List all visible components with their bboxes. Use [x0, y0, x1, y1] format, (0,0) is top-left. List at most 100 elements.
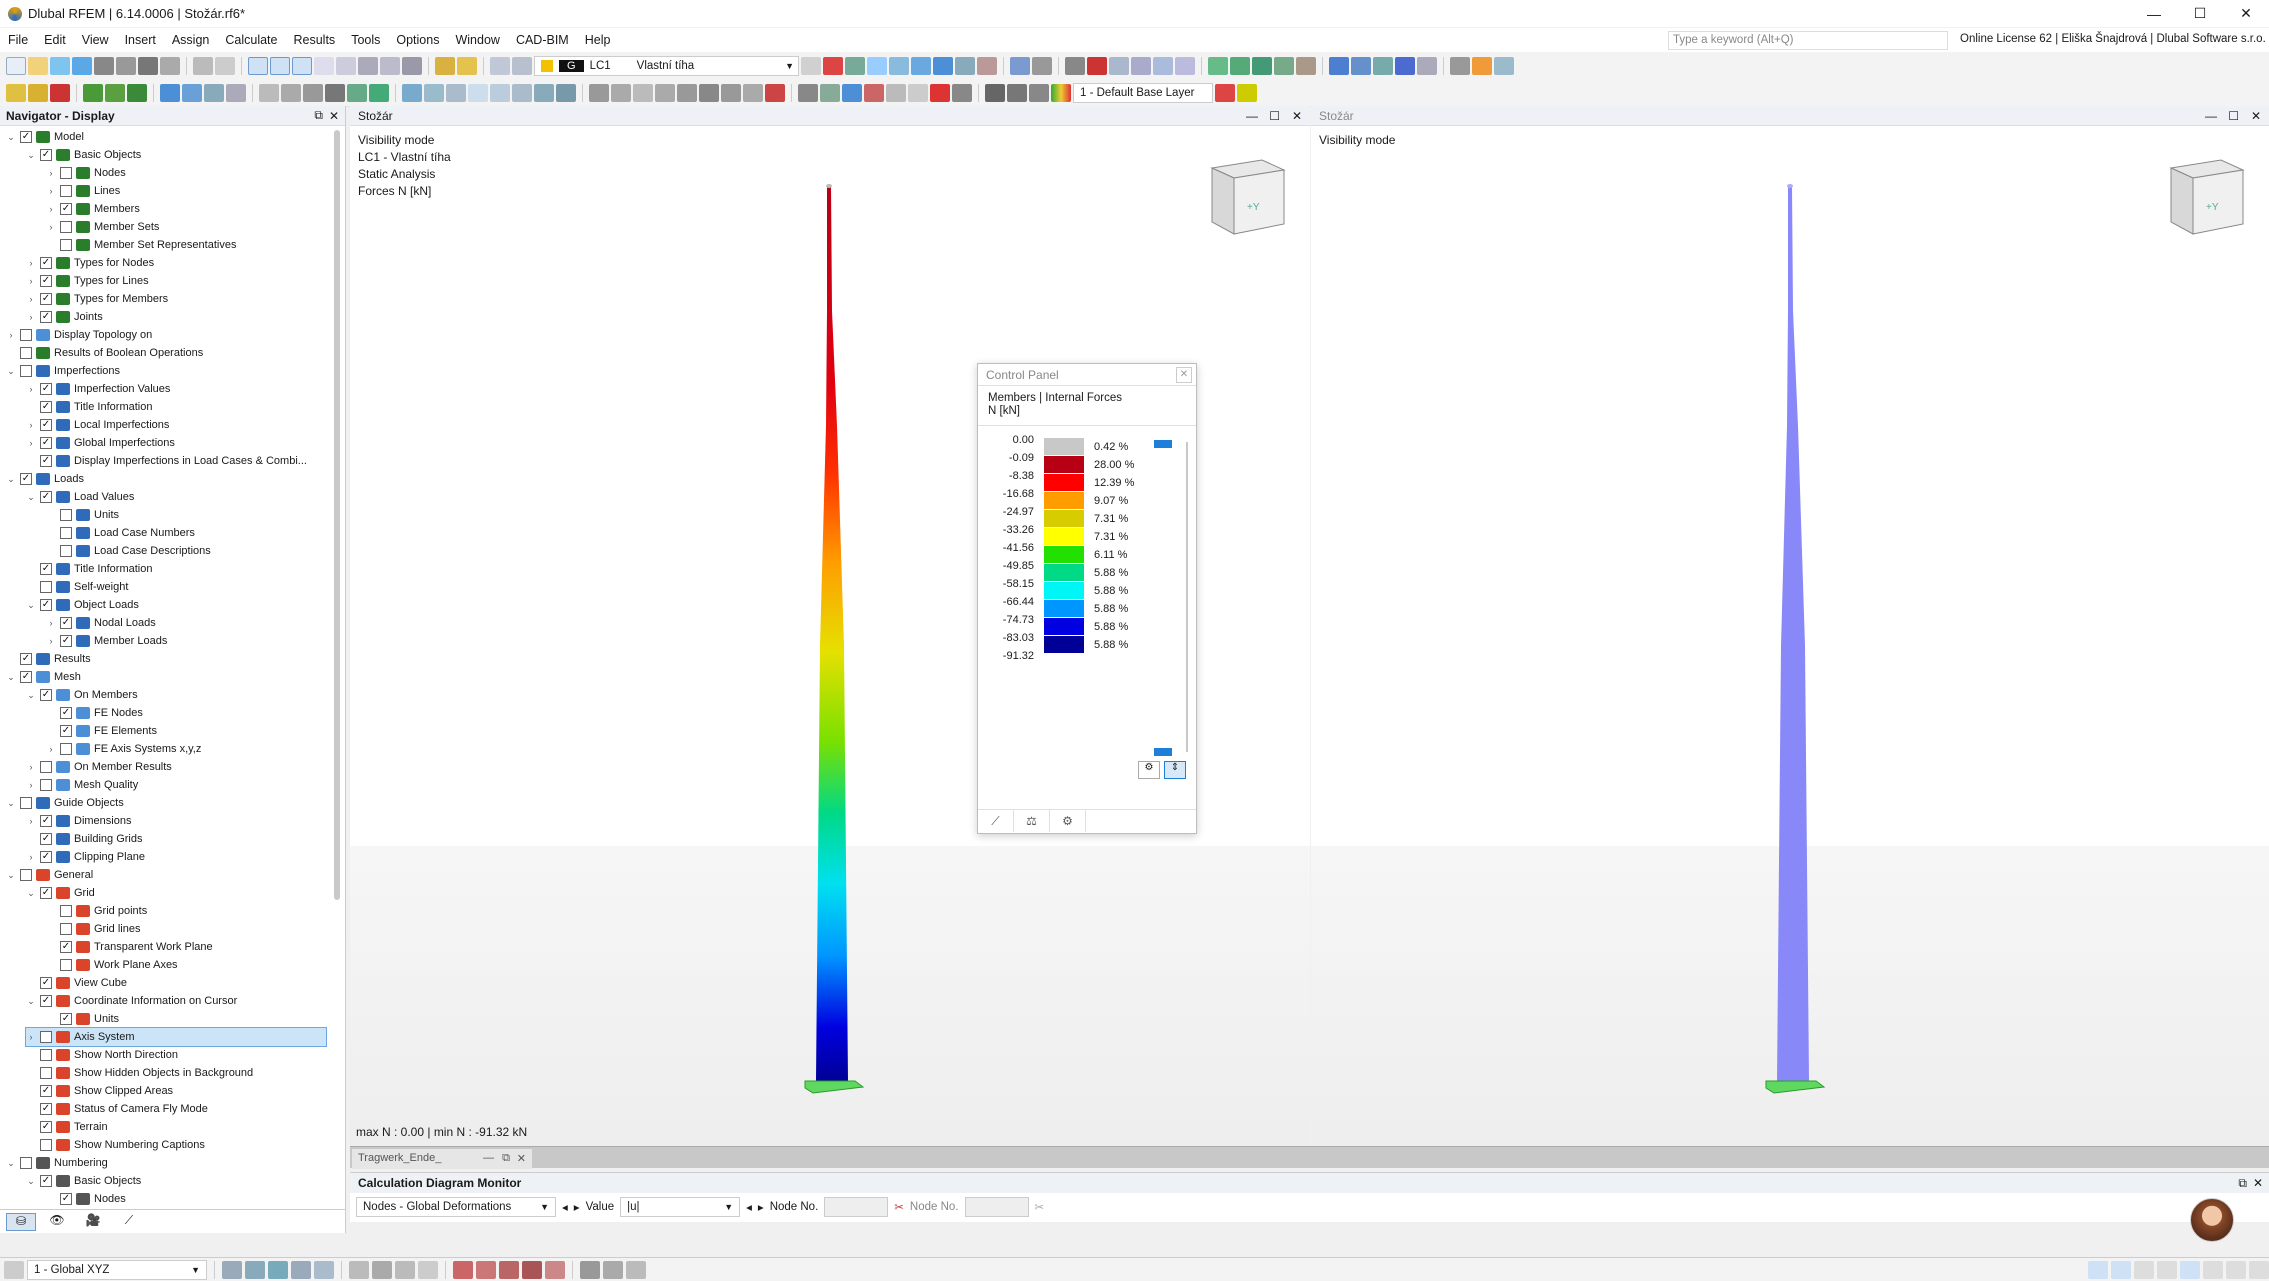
nav-item-checkbox[interactable]: ✓	[60, 617, 72, 629]
chevron-right-icon[interactable]: ›	[26, 852, 36, 862]
nav-item-checkbox[interactable]: ✓	[60, 707, 72, 719]
nav-item[interactable]: › ✓ Member Loads	[46, 632, 167, 650]
nav-item[interactable]: › Display Topology on	[6, 326, 152, 344]
view-layout-icon[interactable]	[248, 56, 268, 75]
nav-item-checkbox[interactable]	[60, 221, 72, 233]
legend-slider-top-handle[interactable]	[1154, 440, 1172, 448]
nav-item[interactable]: ✓ FE Nodes	[46, 704, 143, 722]
nav-item-checkbox[interactable]	[60, 167, 72, 179]
line-type7-icon[interactable]	[721, 83, 741, 102]
status-ortho-icon[interactable]	[2111, 1260, 2131, 1279]
snap-icon[interactable]	[6, 83, 26, 102]
box4-icon[interactable]	[1175, 56, 1195, 75]
nav-item-checkbox[interactable]	[60, 509, 72, 521]
trim-icon[interactable]	[626, 1260, 646, 1279]
connect-icon[interactable]	[369, 83, 389, 102]
member-view2-icon[interactable]	[490, 83, 510, 102]
box3-icon[interactable]	[1153, 56, 1173, 75]
chevron-right-icon[interactable]: ›	[46, 636, 56, 646]
view-iso-icon[interactable]	[1417, 56, 1437, 75]
node-no-input[interactable]	[824, 1197, 889, 1217]
result-smooth-icon[interactable]	[955, 56, 975, 75]
nav-item[interactable]: ✓ Title Information	[26, 560, 152, 578]
line-type8-icon[interactable]	[743, 83, 763, 102]
nav-item-checkbox[interactable]: ✓	[60, 1193, 72, 1205]
close-icon[interactable]: ✕	[517, 1152, 526, 1165]
nav-item[interactable]: ⌄ ✓ Load Values	[26, 488, 134, 506]
result-diagrams-icon[interactable]	[911, 56, 931, 75]
curve2-icon[interactable]	[476, 1260, 496, 1279]
nav-item-checkbox[interactable]: ✓	[20, 473, 32, 485]
draw-poly-icon[interactable]	[395, 1260, 415, 1279]
nav-item-checkbox[interactable]	[60, 905, 72, 917]
nav-item[interactable]: ✓ View Cube	[26, 974, 127, 992]
nav-item-checkbox[interactable]: ✓	[20, 671, 32, 683]
layers-icon[interactable]	[358, 56, 378, 75]
nav-item[interactable]: ⌄ ✓ Object Loads	[26, 596, 139, 614]
menu-help[interactable]: Help	[577, 33, 619, 47]
nav-item[interactable]: ✓ Units	[46, 1010, 119, 1028]
calculator-icon[interactable]	[457, 56, 477, 75]
line-type2-icon[interactable]	[611, 83, 631, 102]
snap-center-icon[interactable]	[291, 1260, 311, 1279]
nav-item-checkbox[interactable]	[60, 959, 72, 971]
draw-rect-icon[interactable]	[418, 1260, 438, 1279]
nav-item-checkbox[interactable]: ✓	[40, 851, 52, 863]
next-arrow-icon[interactable]: ▸	[758, 1200, 764, 1214]
mast-member[interactable]	[816, 186, 848, 1081]
chevron-down-icon[interactable]: ⌄	[26, 690, 36, 701]
nav-item-checkbox[interactable]	[40, 1067, 52, 1079]
edit-icon[interactable]	[435, 56, 455, 75]
display3-icon[interactable]	[842, 83, 862, 102]
view-z-icon[interactable]	[1395, 56, 1415, 75]
layer-star-icon[interactable]	[1237, 83, 1257, 102]
legend-settings-icon[interactable]: ⚙	[1138, 761, 1160, 779]
next-arrow-icon[interactable]: ▸	[574, 1200, 580, 1214]
nav-item[interactable]: Show North Direction	[26, 1046, 178, 1064]
nav-item-checkbox[interactable]	[60, 527, 72, 539]
chevron-right-icon[interactable]: ›	[26, 762, 36, 772]
layer-icon[interactable]	[985, 83, 1005, 102]
chevron-right-icon[interactable]: ›	[46, 204, 56, 214]
nav-item[interactable]: › ✓ Imperfection Values	[26, 380, 170, 398]
value-select[interactable]: |u| ▼	[620, 1197, 741, 1217]
nav-item-checkbox[interactable]: ✓	[40, 887, 52, 899]
box2-icon[interactable]	[1131, 56, 1151, 75]
zoom-icon[interactable]	[424, 83, 444, 102]
line-type-icon[interactable]	[589, 83, 609, 102]
render-icon[interactable]	[402, 56, 422, 75]
draw-line-icon[interactable]	[349, 1260, 369, 1279]
nav-item-checkbox[interactable]: ✓	[40, 1121, 52, 1133]
nav-item-checkbox[interactable]	[40, 1139, 52, 1151]
display-icon[interactable]	[798, 83, 818, 102]
menu-tools[interactable]: Tools	[343, 33, 388, 47]
view-tiles2-icon[interactable]	[314, 56, 334, 75]
nav-item[interactable]: ✓ Results	[6, 650, 91, 668]
chevron-right-icon[interactable]: ›	[46, 744, 56, 754]
support-icon[interactable]	[1208, 56, 1228, 75]
pin-icon[interactable]: ⧉	[314, 108, 323, 123]
nav-item-checkbox[interactable]	[60, 545, 72, 557]
deformation-icon[interactable]	[867, 56, 887, 75]
nav-item-checkbox[interactable]: ✓	[40, 455, 52, 467]
pin-icon[interactable]: ⧉	[2238, 1176, 2247, 1191]
nav-item[interactable]: › Axis System	[25, 1027, 327, 1047]
nav-item[interactable]: Grid lines	[46, 920, 140, 938]
select2-icon[interactable]	[182, 83, 202, 102]
nav-item[interactable]: Units	[46, 506, 119, 524]
menu-assign[interactable]: Assign	[164, 33, 218, 47]
view-tiles-icon[interactable]	[292, 56, 312, 75]
nav-item[interactable]: › Mesh Quality	[26, 776, 138, 794]
status-render-icon[interactable]	[2249, 1260, 2269, 1279]
menu-options[interactable]: Options	[388, 33, 447, 47]
magnet-icon[interactable]	[50, 83, 70, 102]
nav-item-checkbox[interactable]	[40, 1049, 52, 1061]
snap-mid-icon[interactable]	[314, 1260, 334, 1279]
mirror-icon[interactable]	[303, 83, 323, 102]
close-icon[interactable]: ✕	[329, 109, 339, 123]
nav-item-checkbox[interactable]	[60, 923, 72, 935]
menu-window[interactable]: Window	[447, 33, 507, 47]
view-x-icon[interactable]	[1351, 56, 1371, 75]
chevron-right-icon[interactable]: ›	[46, 618, 56, 628]
chevron-down-icon[interactable]: ⌄	[26, 600, 36, 611]
